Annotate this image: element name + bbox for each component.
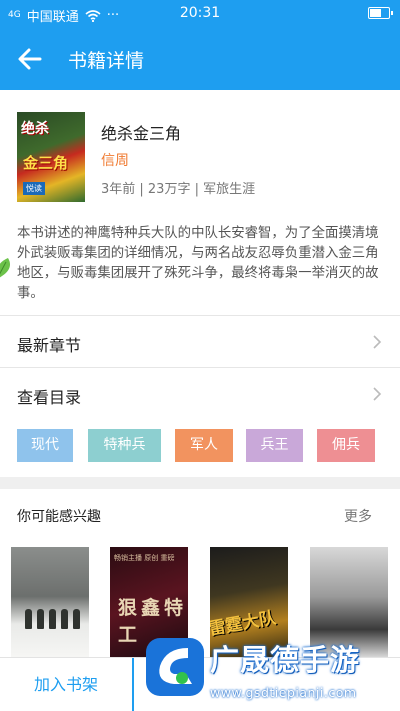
watermark-brand: 广晟德手游 xyxy=(210,643,361,677)
cover-text-top: 绝杀 xyxy=(21,121,49,137)
tag-mercenary[interactable]: 佣兵 xyxy=(317,429,375,462)
book-info: 绝杀 金三角 悦读 绝杀金三角 信周 3年前 | 23万字 | 军旅生涯 xyxy=(0,90,400,208)
watermark: 广晟德手游 www.gsdtiepianji.com xyxy=(140,628,398,708)
book-author[interactable]: 信周 xyxy=(101,150,129,170)
book-description: 本书讲述的神鹰特种兵大队的中队长安睿智，为了全面摸清境外武装贩毒集团的详细情况，… xyxy=(17,226,379,301)
book-cover: 绝杀 金三角 悦读 xyxy=(17,112,85,202)
recommend-more-link[interactable]: 更多 xyxy=(344,506,372,526)
back-arrow-icon[interactable] xyxy=(14,44,46,74)
app-bar: 书籍详情 xyxy=(0,28,400,90)
chevron-right-icon xyxy=(373,387,382,401)
watermark-url: www.gsdtiepianji.com xyxy=(210,685,357,700)
add-to-shelf-button[interactable]: 加入书架 xyxy=(0,658,134,711)
leaf-icon xyxy=(0,258,10,278)
recommend-title: 你可能感兴趣 xyxy=(17,509,101,525)
header: 4G 中国联通 ··· 20:31 书籍详情 xyxy=(0,0,400,90)
tag-list: 现代 特种兵 军人 兵王 佣兵 xyxy=(17,429,383,462)
recommend-cover-1[interactable] xyxy=(11,547,89,657)
tag-special-forces[interactable]: 特种兵 xyxy=(88,429,161,462)
page-title: 书籍详情 xyxy=(68,50,145,72)
chevron-right-icon xyxy=(373,335,382,349)
book-meta: 3年前 | 23万字 | 军旅生涯 xyxy=(101,182,256,197)
cover-text-mid: 金三角 xyxy=(23,154,69,172)
status-bar: 4G 中国联通 ··· 20:31 xyxy=(0,0,400,28)
tag-soldier-king[interactable]: 兵王 xyxy=(246,429,303,462)
catalog-row[interactable]: 查看目录 xyxy=(0,367,400,419)
cover-subtitle: 畅销主播 原创 重磅 xyxy=(114,554,175,562)
latest-chapter-row[interactable]: 最新章节 xyxy=(0,315,400,367)
latest-chapter-label: 最新章节 xyxy=(17,336,82,355)
tag-modern[interactable]: 现代 xyxy=(17,429,73,462)
book-title: 绝杀金三角 xyxy=(101,124,182,143)
cover-badge: 悦读 xyxy=(23,182,45,195)
catalog-label: 查看目录 xyxy=(17,388,82,407)
section-divider xyxy=(0,477,400,489)
clock: 20:31 xyxy=(179,5,221,21)
brand-logo-icon xyxy=(146,638,204,696)
tag-soldier[interactable]: 军人 xyxy=(175,429,233,462)
battery-icon xyxy=(368,7,393,19)
